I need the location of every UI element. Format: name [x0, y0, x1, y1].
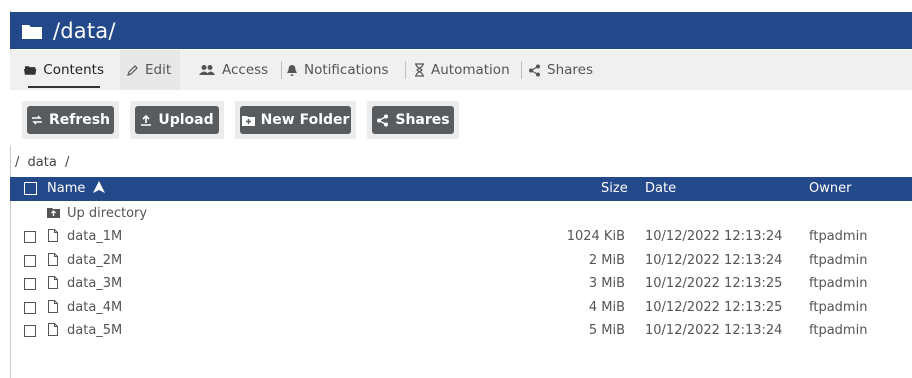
- file-date: 10/12/2022 12:13:25: [645, 300, 783, 315]
- date-column-header[interactable]: Date: [645, 181, 676, 196]
- file-name[interactable]: data_5M: [67, 323, 122, 338]
- file-size: 3 MiB: [588, 276, 625, 291]
- tab-label: Shares: [547, 62, 593, 78]
- refresh-label: Refresh: [48, 112, 111, 128]
- bell-icon: [287, 64, 297, 76]
- row-checkbox[interactable]: [24, 278, 36, 290]
- page-title: /data/: [53, 18, 116, 43]
- file-icon: [48, 229, 58, 242]
- new-folder-button[interactable]: New Folder: [240, 106, 351, 134]
- file-icon: [48, 253, 58, 266]
- owner-column-header[interactable]: Owner: [809, 181, 851, 196]
- tab-contents[interactable]: Contents: [18, 50, 110, 90]
- breadcrumb: / data /: [15, 155, 73, 170]
- hourglass-icon: [415, 63, 424, 77]
- tab-label: Access: [222, 62, 269, 78]
- file-size: 5 MiB: [588, 323, 625, 338]
- file-date: 10/12/2022 12:13:24: [645, 323, 783, 338]
- file-name[interactable]: data_4M: [67, 300, 122, 315]
- tab-bar: Contents Edit Access Notifications Autom…: [10, 50, 912, 90]
- row-checkbox[interactable]: [24, 255, 36, 267]
- table-row[interactable]: data_5M 5 MiB 10/12/2022 12:13:24 ftpadm…: [10, 320, 912, 343]
- tab-notifications[interactable]: Notifications: [280, 50, 406, 90]
- breadcrumb-data[interactable]: data: [28, 155, 57, 170]
- name-column-header[interactable]: Name: [47, 181, 105, 196]
- new-folder-label: New Folder: [260, 112, 350, 128]
- title-bar: /data/: [10, 12, 912, 49]
- refresh-button[interactable]: Refresh: [27, 106, 114, 134]
- shares-label: Shares: [395, 112, 450, 128]
- upload-button[interactable]: Upload: [135, 106, 219, 134]
- row-checkbox[interactable]: [24, 302, 36, 314]
- size-column-header[interactable]: Size: [601, 181, 628, 196]
- folder-icon: [22, 24, 42, 39]
- file-date: 10/12/2022 12:13:24: [645, 253, 783, 268]
- upload-label: Upload: [158, 112, 214, 128]
- folder-up-icon: [47, 208, 60, 218]
- row-checkbox[interactable]: [24, 325, 36, 337]
- up-directory-label: Up directory: [67, 206, 148, 221]
- users-icon: [199, 65, 215, 75]
- tab-edit[interactable]: Edit: [120, 50, 180, 90]
- file-name[interactable]: data_3M: [67, 276, 122, 291]
- select-all-checkbox[interactable]: [24, 182, 37, 195]
- file-name[interactable]: data_2M: [67, 253, 122, 268]
- tab-label: Notifications: [304, 62, 389, 78]
- tab-label: Contents: [43, 62, 104, 78]
- tab-label: Automation: [431, 62, 510, 78]
- file-size: 4 MiB: [588, 300, 625, 315]
- new-folder-button-wrap: New Folder: [235, 101, 356, 139]
- breadcrumb-separator: /: [64, 155, 70, 170]
- toolbar: Refresh Upload New Folder Shares: [10, 90, 912, 146]
- table-header: Name Size Date Owner: [10, 177, 912, 201]
- name-header-label: Name: [47, 181, 86, 196]
- file-date: 10/12/2022 12:13:25: [645, 276, 783, 291]
- file-size: 2 MiB: [588, 253, 625, 268]
- file-date: 10/12/2022 12:13:24: [645, 229, 783, 244]
- file-owner: ftpadmin: [809, 253, 868, 268]
- shares-button-wrap: Shares: [367, 101, 459, 139]
- refresh-button-wrap: Refresh: [22, 101, 119, 139]
- file-owner: ftpadmin: [809, 229, 868, 244]
- file-icon: [48, 323, 58, 336]
- table-row[interactable]: data_3M 3 MiB 10/12/2022 12:13:25 ftpadm…: [10, 273, 912, 296]
- sort-ascending-icon: [92, 181, 105, 193]
- table-row[interactable]: data_2M 2 MiB 10/12/2022 12:13:24 ftpadm…: [10, 250, 912, 273]
- upload-button-wrap: Upload: [130, 101, 224, 139]
- file-owner: ftpadmin: [809, 276, 868, 291]
- file-owner: ftpadmin: [809, 323, 868, 338]
- pencil-icon: [127, 64, 138, 76]
- table-row[interactable]: data_4M 4 MiB 10/12/2022 12:13:25 ftpadm…: [10, 297, 912, 320]
- upload-icon: [141, 114, 152, 126]
- share-icon: [529, 64, 540, 76]
- up-directory-row[interactable]: Up directory: [10, 203, 912, 226]
- breadcrumb-root[interactable]: /: [15, 155, 19, 170]
- tab-label: Edit: [145, 62, 172, 78]
- table-row[interactable]: data_1M 1024 KiB 10/12/2022 12:13:24 ftp…: [10, 226, 912, 249]
- folder-open-icon: [24, 66, 37, 75]
- tab-automation[interactable]: Automation: [408, 50, 522, 90]
- tab-separator: [405, 61, 406, 79]
- share-icon: [377, 114, 389, 126]
- file-owner: ftpadmin: [809, 300, 868, 315]
- file-name[interactable]: data_1M: [67, 229, 122, 244]
- tab-shares[interactable]: Shares: [522, 50, 602, 90]
- folder-plus-icon: [241, 115, 255, 126]
- shares-button[interactable]: Shares: [372, 106, 454, 134]
- file-size: 1024 KiB: [566, 229, 625, 244]
- tab-access[interactable]: Access: [192, 50, 282, 90]
- row-checkbox[interactable]: [24, 231, 36, 243]
- file-icon: [48, 300, 58, 313]
- file-icon: [48, 276, 58, 289]
- refresh-icon: [31, 115, 42, 125]
